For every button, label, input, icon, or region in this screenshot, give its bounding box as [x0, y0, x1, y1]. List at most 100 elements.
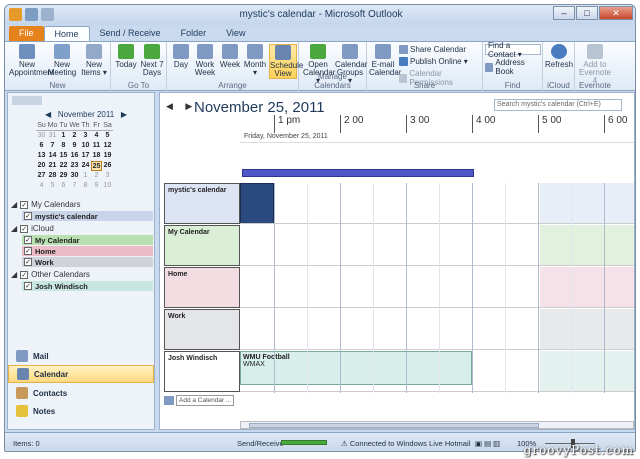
- mini-cal-day[interactable]: 11: [91, 141, 102, 151]
- nav-notes[interactable]: Notes: [8, 402, 154, 420]
- mini-cal-day[interactable]: 5: [47, 181, 58, 191]
- new-appointment-button[interactable]: New Appointment: [9, 44, 54, 77]
- mini-cal-day[interactable]: 30: [36, 131, 47, 141]
- refresh-button[interactable]: Refresh: [545, 44, 573, 69]
- mini-cal-day[interactable]: 17: [80, 151, 91, 161]
- mini-cal-day[interactable]: 13: [36, 151, 47, 161]
- horizontal-scrollbar[interactable]: [240, 421, 634, 429]
- mini-cal-day[interactable]: 16: [69, 151, 80, 161]
- schedule-row-my-calendar[interactable]: [240, 225, 634, 266]
- new-items-button[interactable]: New Items ▾: [79, 44, 109, 77]
- mini-cal-day[interactable]: 22: [58, 161, 69, 171]
- pane-toolbar[interactable]: [12, 96, 42, 105]
- today-button[interactable]: Today: [115, 44, 137, 69]
- row-label-work[interactable]: Work: [164, 309, 240, 350]
- tab-view[interactable]: View: [216, 26, 255, 41]
- minimize-button[interactable]: –: [553, 6, 575, 20]
- mini-cal-day[interactable]: 23: [69, 161, 80, 171]
- day-view-button[interactable]: Day: [171, 44, 191, 69]
- mini-cal-day[interactable]: 21: [47, 161, 58, 171]
- mini-cal-day[interactable]: 28: [47, 171, 58, 181]
- row-label-my-calendar[interactable]: My Calendar: [164, 225, 240, 266]
- maximize-button[interactable]: □: [576, 6, 598, 20]
- row-label-josh[interactable]: Josh Windisch: [164, 351, 240, 392]
- month-icon: [247, 44, 263, 59]
- week-button[interactable]: Week: [219, 44, 241, 69]
- nav-mail[interactable]: Mail: [8, 347, 154, 365]
- mini-cal-day[interactable]: 3: [102, 171, 113, 181]
- mini-cal-day[interactable]: 10: [80, 141, 91, 151]
- nav-contacts[interactable]: Contacts: [8, 384, 154, 402]
- share-calendar-button[interactable]: Share Calendar: [399, 45, 466, 54]
- mini-cal-day[interactable]: 14: [47, 151, 58, 161]
- mini-cal-day[interactable]: 6: [58, 181, 69, 191]
- mini-cal-day[interactable]: 1: [58, 131, 69, 141]
- find-contact-input[interactable]: Find a Contact ▾: [485, 41, 541, 59]
- schedule-row-home[interactable]: [240, 267, 634, 308]
- mini-cal-day[interactable]: 2: [69, 131, 80, 141]
- mini-cal-day[interactable]: 19: [102, 151, 113, 161]
- group-my-calendars[interactable]: ◢ ✓ My Calendars: [11, 200, 81, 209]
- calendar-item-work[interactable]: ✓ Work: [22, 257, 153, 267]
- tab-send-receive[interactable]: Send / Receive: [90, 26, 171, 41]
- mini-cal-day[interactable]: 31: [47, 131, 58, 141]
- mini-cal-day[interactable]: 18: [91, 151, 102, 161]
- schedule-view-button[interactable]: Schedule View: [269, 44, 303, 79]
- mini-cal-day[interactable]: 2: [91, 171, 102, 181]
- mini-cal-day[interactable]: 5: [102, 131, 113, 141]
- schedule-row-mystic[interactable]: [240, 183, 634, 224]
- tab-home[interactable]: Home: [43, 26, 90, 41]
- schedule-row-work[interactable]: [240, 309, 634, 350]
- mini-cal-day[interactable]: 9: [69, 141, 80, 151]
- row-label-mystic[interactable]: mystic's calendar: [164, 183, 240, 224]
- tab-folder[interactable]: Folder: [171, 26, 217, 41]
- mini-cal-day[interactable]: 1: [80, 171, 91, 181]
- calendar-item-my-calendar[interactable]: ✓ My Calendar: [22, 235, 153, 245]
- schedule-row-josh[interactable]: WMU Football WMAX: [240, 351, 634, 392]
- mini-cal-day[interactable]: 29: [58, 171, 69, 181]
- mini-cal-day[interactable]: 4: [36, 181, 47, 191]
- nav-calendar[interactable]: Calendar: [8, 365, 154, 383]
- mini-cal-day[interactable]: 9: [91, 181, 102, 191]
- group-other-calendars[interactable]: ◢ ✓ Other Calendars: [11, 270, 90, 279]
- mini-cal-day[interactable]: 24: [80, 161, 91, 171]
- next-7-days-button[interactable]: Next 7 Days: [139, 44, 165, 77]
- calendar-search-input[interactable]: Search mystic's calendar (Ctrl+E): [494, 99, 622, 111]
- work-week-button[interactable]: Work Week: [193, 44, 217, 77]
- row-label-home[interactable]: Home: [164, 267, 240, 308]
- tab-file[interactable]: File: [9, 26, 44, 41]
- date-navigator[interactable]: ◀ November 2011 ▶ Su Mo Tu We Th Fr Sa 30 31 1 2 3…: [36, 110, 136, 191]
- mini-cal-day[interactable]: 4: [91, 131, 102, 141]
- mini-cal-day[interactable]: 12: [102, 141, 113, 151]
- email-calendar-button[interactable]: E-mail Calendar: [369, 44, 401, 77]
- add-to-evernote-button[interactable]: Add to Evernote 4: [577, 44, 613, 85]
- mini-cal-day[interactable]: 7: [69, 181, 80, 191]
- mini-cal-day[interactable]: 10: [102, 181, 113, 191]
- calendar-item-josh[interactable]: ✓ Josh Windisch: [22, 281, 153, 291]
- all-day-event-bar[interactable]: [242, 169, 474, 177]
- scrollbar-thumb[interactable]: [249, 423, 539, 428]
- date-nav-arrows[interactable]: ◀ ▶: [166, 101, 197, 112]
- mini-cal-day[interactable]: 30: [69, 171, 80, 181]
- new-meeting-button[interactable]: New Meeting: [47, 44, 77, 77]
- calendar-item-home[interactable]: ✓ Home: [22, 246, 153, 256]
- busy-block[interactable]: [240, 183, 274, 223]
- add-calendar-input[interactable]: Add a Calendar ...: [176, 394, 234, 406]
- month-button[interactable]: Month ▾: [243, 44, 267, 77]
- close-button[interactable]: ✕: [599, 6, 633, 20]
- address-book-button[interactable]: Address Book: [485, 58, 542, 76]
- mini-cal-day[interactable]: 3: [80, 131, 91, 141]
- mini-cal-day[interactable]: 27: [36, 171, 47, 181]
- mini-cal-day[interactable]: 20: [36, 161, 47, 171]
- calendar-item-mystic[interactable]: ✓ mystic's calendar: [22, 211, 153, 221]
- mini-cal-day[interactable]: 7: [47, 141, 58, 151]
- view-shortcuts[interactable]: ▣▤▥: [475, 439, 502, 448]
- group-icloud[interactable]: ◢ ✓ iCloud: [11, 224, 54, 233]
- mini-cal-day[interactable]: 6: [36, 141, 47, 151]
- publish-online-button[interactable]: Publish Online ▾: [399, 57, 468, 66]
- mini-cal-day[interactable]: 25: [91, 161, 102, 171]
- mini-cal-day[interactable]: 8: [80, 181, 91, 191]
- mini-cal-day[interactable]: 15: [58, 151, 69, 161]
- mini-cal-day[interactable]: 26: [102, 161, 113, 171]
- mini-cal-day[interactable]: 8: [58, 141, 69, 151]
